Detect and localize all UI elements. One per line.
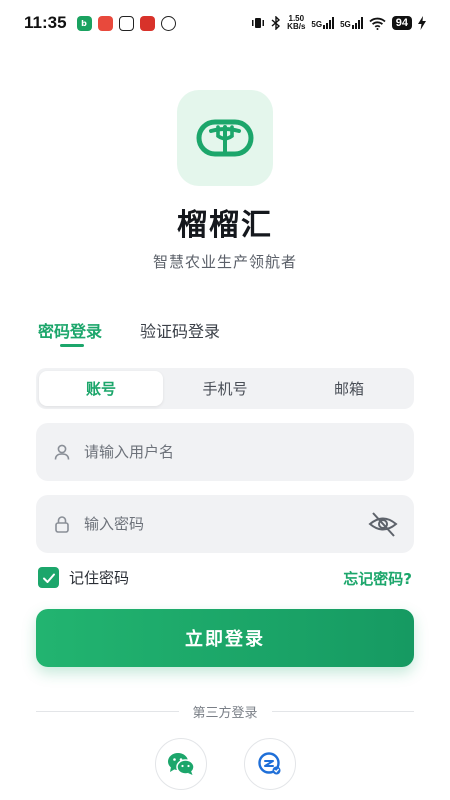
divider-line [36,711,179,712]
news-notification-icon [97,15,113,31]
app-slogan: 智慧农业生产领航者 [152,253,297,271]
remember-password[interactable]: 记住密码 [38,567,129,588]
wechat-icon [168,753,195,775]
signal-1-label: 5G [311,20,323,29]
app-logo [177,90,273,186]
wechat-login-button[interactable] [155,738,207,790]
remember-label: 记住密码 [69,569,130,587]
charging-icon [418,16,426,30]
battery-level: 94 [391,16,412,30]
logo-icon [196,119,254,157]
divider-line [271,711,415,712]
username-input[interactable] [84,443,400,461]
eye-off-icon[interactable] [366,507,400,541]
account-type-selector: 账号 手机号 邮箱 [36,368,414,409]
wifi-icon [369,17,386,30]
remember-checkbox[interactable] [38,567,59,588]
user-icon [52,442,72,462]
check-icon [42,573,55,583]
status-bar: 11:35 b 1.50 KB/s 5G 5G 94 [0,0,450,46]
password-input[interactable] [84,515,366,533]
third-party-label: 第三方登录 [192,706,258,721]
lock-icon [52,514,72,534]
vibrate-icon [252,18,265,28]
signal-bars-icon [351,17,363,29]
status-time: 11:35 [24,13,67,32]
network-speed-unit: KB/s [287,22,306,31]
app-notification-icon [118,15,134,31]
signal-2: 5G [340,17,363,29]
forgot-password-link[interactable]: 忘记密码? [343,568,412,589]
username-field [36,423,414,481]
signal-bars-icon [323,17,335,29]
segment-account[interactable]: 账号 [39,371,163,406]
login-method-tabs: 密码登录 验证码登录 [38,318,220,347]
tab-code-login[interactable]: 验证码登录 [140,318,220,342]
app-name: 榴榴汇 [177,208,273,243]
tab-password-login[interactable]: 密码登录 [38,318,102,347]
network-speed: 1.50 KB/s [287,15,305,31]
app-notification-icon [160,15,176,31]
login-button[interactable]: 立即登录 [36,609,414,667]
third-party-divider: 第三方登录 [36,702,415,721]
segment-phone[interactable]: 手机号 [163,371,287,406]
qq-icon [258,752,281,775]
signal-2-label: 5G [340,20,351,29]
signal-1: 5G [311,17,335,29]
password-field [36,495,414,553]
qq-login-button[interactable] [244,738,296,790]
bluetooth-icon [271,16,281,30]
app-notification-icon [139,15,155,31]
segment-email[interactable]: 邮箱 [287,371,411,406]
app-notification-icon: b [76,15,92,31]
